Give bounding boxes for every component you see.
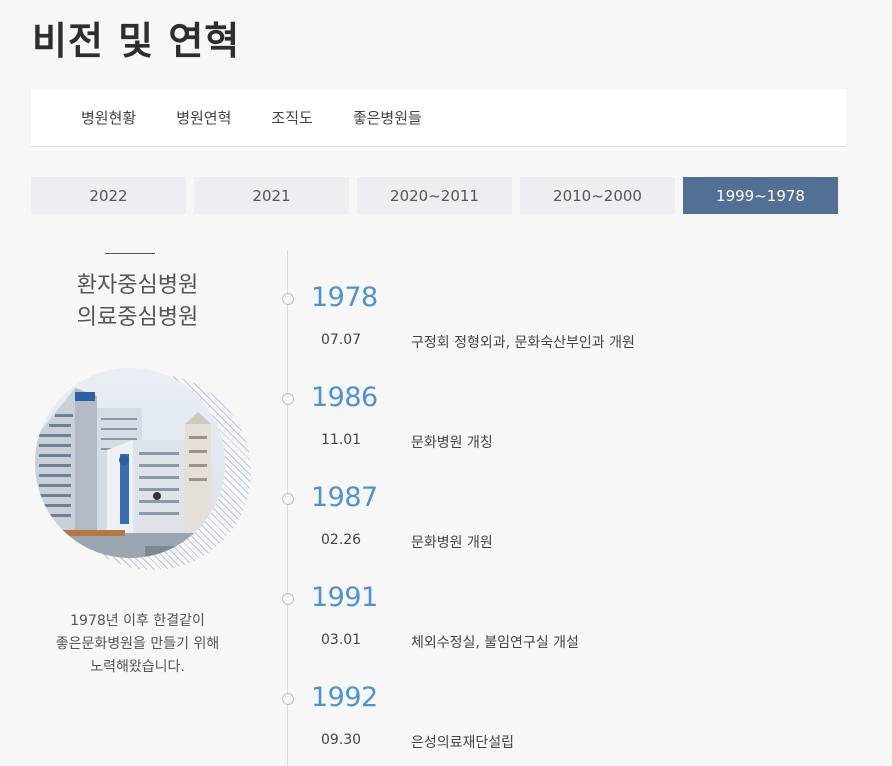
year-tab-2022[interactable]: 2022 (31, 177, 186, 214)
tagline-line: 좋은문화병원을 만들기 위해 (55, 636, 220, 652)
timeline-date: 09.30 (321, 732, 362, 748)
timeline-date: 11.01 (321, 432, 362, 448)
slogan: 환자중심병원 의료중심병원 (30, 270, 245, 334)
timeline-description: 문화병원 개칭 (411, 435, 493, 451)
hospital-photo (35, 366, 255, 576)
year-tab-1999-1978[interactable]: 1999~1978 (683, 177, 838, 214)
timeline-dot-icon (282, 293, 294, 305)
timeline-entry: 1992 09.30 은성의료재단설립 (280, 682, 840, 762)
timeline-dot-icon (282, 693, 294, 705)
timeline-date: 07.07 (321, 332, 362, 348)
slogan-line: 환자중심병원 (76, 273, 199, 298)
subnav-item-organization-chart[interactable]: 조직도 (271, 107, 312, 128)
year-tab-2021[interactable]: 2021 (194, 177, 349, 214)
timeline-entry: 1987 02.26 문화병원 개원 (280, 482, 840, 562)
timeline-entry: 1986 11.01 문화병원 개칭 (280, 382, 840, 462)
timeline-description: 체외수정실, 불임연구실 개설 (411, 635, 579, 651)
timeline-entry: 1978 07.07 구정회 정형외과, 문화숙산부인과 개원 (280, 282, 840, 362)
year-tab-2010-2000[interactable]: 2010~2000 (520, 177, 675, 214)
timeline-year: 1978 (311, 282, 378, 313)
year-tab-2020-2011[interactable]: 2020~2011 (357, 177, 512, 214)
sub-navigation: 병원현황 병원연혁 조직도 좋은병원들 (31, 89, 846, 147)
timeline-description: 은성의료재단설립 (411, 735, 515, 751)
timeline-description: 문화병원 개원 (411, 535, 493, 551)
slogan-line: 의료중심병원 (76, 305, 199, 330)
timeline-dot-icon (282, 493, 294, 505)
building-illustration (35, 368, 225, 558)
divider (105, 253, 155, 254)
timeline-dot-icon (282, 393, 294, 405)
subnav-item-hospital-history[interactable]: 병원연혁 (176, 107, 231, 128)
timeline-date: 03.01 (321, 632, 362, 648)
timeline-year: 1986 (311, 382, 378, 413)
subnav-item-hospital-status[interactable]: 병원현황 (81, 107, 136, 128)
timeline-dot-icon (282, 593, 294, 605)
timeline-entry: 1991 03.01 체외수정실, 불임연구실 개설 (280, 582, 840, 662)
tagline-line: 1978년 이후 한결같이 (70, 613, 205, 629)
page-title: 비전 및 연혁 (32, 19, 241, 63)
timeline-year: 1987 (311, 482, 378, 513)
timeline-year: 1991 (311, 582, 378, 613)
timeline-year: 1992 (311, 682, 378, 713)
subnav-item-good-hospitals[interactable]: 좋은병원들 (353, 107, 422, 128)
history-tagline: 1978년 이후 한결같이 좋은문화병원을 만들기 위해 노력해왔습니다. (30, 610, 245, 679)
tagline-line: 노력해왔습니다. (90, 659, 185, 675)
hospital-building-image (35, 368, 225, 558)
timeline-description: 구정회 정형외과, 문화숙산부인과 개원 (411, 335, 635, 351)
timeline-date: 02.26 (321, 532, 362, 548)
